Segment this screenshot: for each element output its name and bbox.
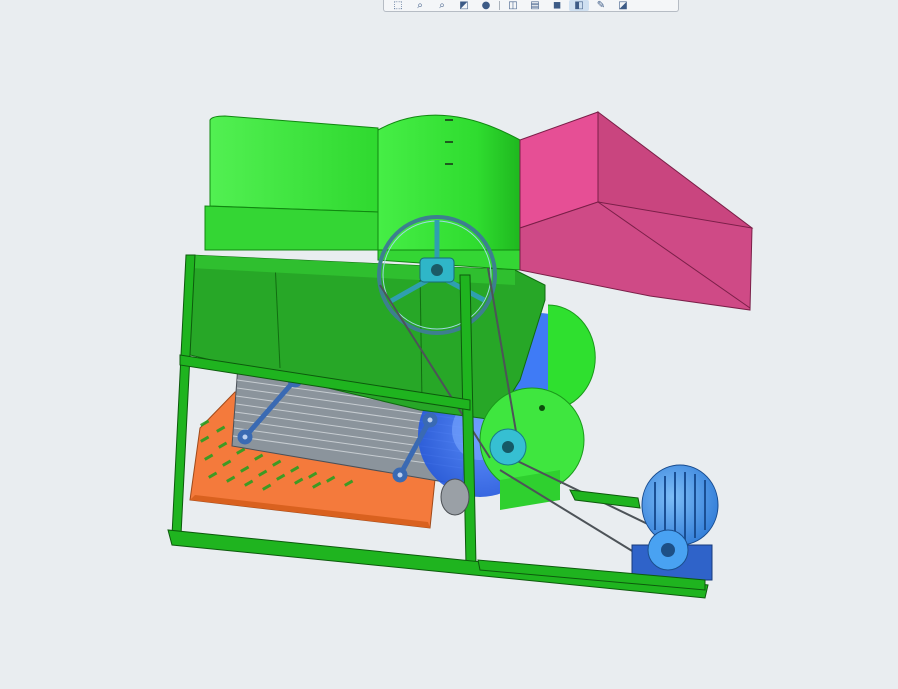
zoom-window-icon[interactable]: ⬚ (388, 0, 408, 11)
shaded-display-icon[interactable]: ● (476, 0, 496, 11)
appearance-icon[interactable]: ✎ (591, 0, 611, 11)
render-tools-icon[interactable]: ◼ (547, 0, 567, 11)
fan-pulley (489, 428, 527, 466)
cad-viewport[interactable] (0, 0, 898, 685)
view-orientation-icon[interactable]: ◩ (454, 0, 474, 11)
zoom-out-icon[interactable]: ⌕ (432, 0, 452, 11)
section-view-icon[interactable]: ◫ (503, 0, 523, 11)
display-style-icon[interactable]: ◪ (613, 0, 633, 11)
view-settings-icon[interactable]: ◧ (569, 0, 589, 11)
feed-chute (519, 110, 754, 311)
thresher-assembly-model[interactable] (0, 0, 898, 685)
hide-show-icon[interactable]: ▤ (525, 0, 545, 11)
view-toolbar: ⬚ ⌕ ⌕ ◩ ● ◫ ▤ ◼ ◧ ✎ ◪ (383, 0, 679, 12)
toolbar-divider (499, 1, 500, 10)
bearing-block (440, 478, 470, 516)
zoom-in-icon[interactable]: ⌕ (410, 0, 430, 11)
hopper (204, 114, 521, 271)
